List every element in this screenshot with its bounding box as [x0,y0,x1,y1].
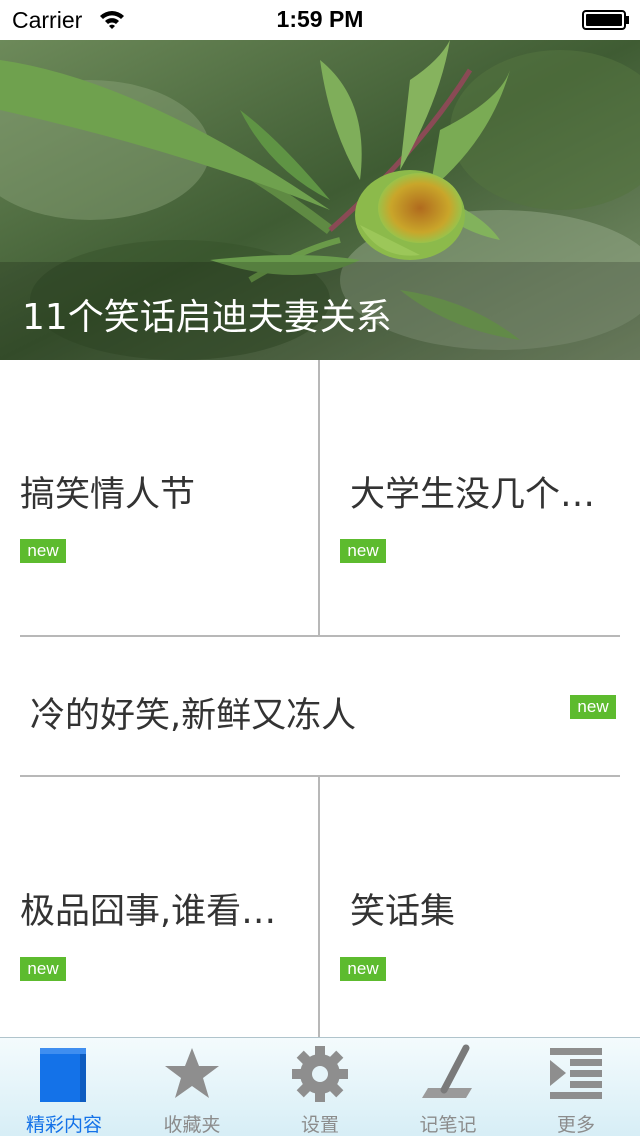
new-badge: new [340,539,386,563]
list-item[interactable]: 搞笑情人节 new [0,360,318,635]
tab-label: 记笔记 [419,1114,477,1136]
item-title: 笑话集 [350,892,456,932]
tab-label: 设置 [300,1114,339,1136]
status-time: 1:59 PM [276,6,364,32]
status-bar: Carrier 1:59 PM [0,0,640,40]
item-title: 极品囧事,谁看… [20,892,277,932]
article-grid: 搞笑情人节 new 大学生没几个… new 冷的好笑,新鲜又冻人 new 极品囧… [0,360,640,1037]
tab-bar: 精彩内容 收藏夹 设置 记笔记 更多 [0,1037,640,1136]
list-item[interactable]: 大学生没几个… new [320,360,640,635]
item-title: 冷的好笑,新鲜又冻人 [30,696,357,736]
tab-more[interactable]: 更多 [512,1038,640,1137]
tab-label: 更多 [556,1114,595,1136]
new-badge: new [340,957,386,981]
tab-label: 收藏夹 [163,1114,221,1136]
list-item[interactable]: 冷的好笑,新鲜又冻人 new [0,637,640,775]
list-icon [550,1048,602,1099]
item-title: 大学生没几个… [350,475,596,515]
new-badge: new [20,539,66,563]
new-badge: new [20,957,66,981]
tab-label: 精彩内容 [25,1114,102,1136]
item-title: 搞笑情人节 [20,475,196,515]
list-item[interactable]: 笑话集 new [320,777,640,1037]
star-icon [165,1048,219,1098]
battery-icon [582,10,629,30]
tab-featured[interactable]: 精彩内容 [0,1038,128,1137]
hero-caption: 11个笑话启迪夫妻关系 [22,297,392,338]
tab-settings[interactable]: 设置 [256,1038,384,1137]
new-badge: new [570,695,616,719]
book-icon [40,1048,86,1102]
tab-favorites[interactable]: 收藏夹 [128,1038,256,1137]
gear-icon [292,1046,348,1102]
tab-notes[interactable]: 记笔记 [384,1038,512,1137]
pen-icon [422,1044,472,1098]
list-item[interactable]: 极品囧事,谁看… new [0,777,318,1037]
hero-banner[interactable]: 11个笑话启迪夫妻关系 [0,40,640,360]
